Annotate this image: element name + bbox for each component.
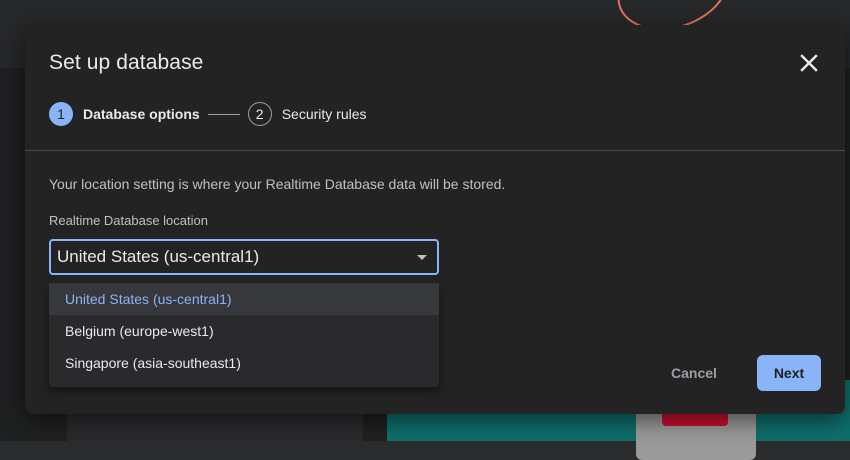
step-1-label: Database options bbox=[83, 106, 200, 122]
arrow-drop-down-icon bbox=[417, 255, 427, 260]
next-button[interactable]: Next bbox=[757, 355, 821, 391]
step-2-label: Security rules bbox=[281, 106, 367, 122]
cancel-button[interactable]: Cancel bbox=[661, 355, 727, 391]
close-button[interactable] bbox=[795, 49, 823, 77]
location-description: Your location setting is where your Real… bbox=[49, 176, 506, 192]
option-asia-southeast1[interactable]: Singapore (asia-southeast1) bbox=[49, 347, 439, 379]
stepper: 1 Database options 2 Security rules bbox=[49, 101, 367, 127]
step-2-indicator: 2 bbox=[247, 102, 272, 126]
setup-database-dialog: Set up database 1 Database options 2 Sec… bbox=[25, 25, 845, 414]
step-1-indicator: 1 bbox=[49, 102, 73, 126]
header-divider bbox=[25, 150, 845, 151]
dialog-title: Set up database bbox=[49, 51, 204, 74]
location-options-list: United States (us-central1) Belgium (eur… bbox=[49, 283, 439, 387]
option-us-central1[interactable]: United States (us-central1) bbox=[49, 283, 439, 315]
stepper-connector bbox=[207, 113, 240, 115]
option-europe-west1[interactable]: Belgium (europe-west1) bbox=[49, 315, 439, 347]
location-select[interactable]: United States (us-central1) bbox=[49, 239, 439, 275]
close-icon bbox=[800, 54, 818, 72]
location-select-value: United States (us-central1) bbox=[57, 247, 260, 266]
location-field-label: Realtime Database location bbox=[49, 213, 208, 228]
